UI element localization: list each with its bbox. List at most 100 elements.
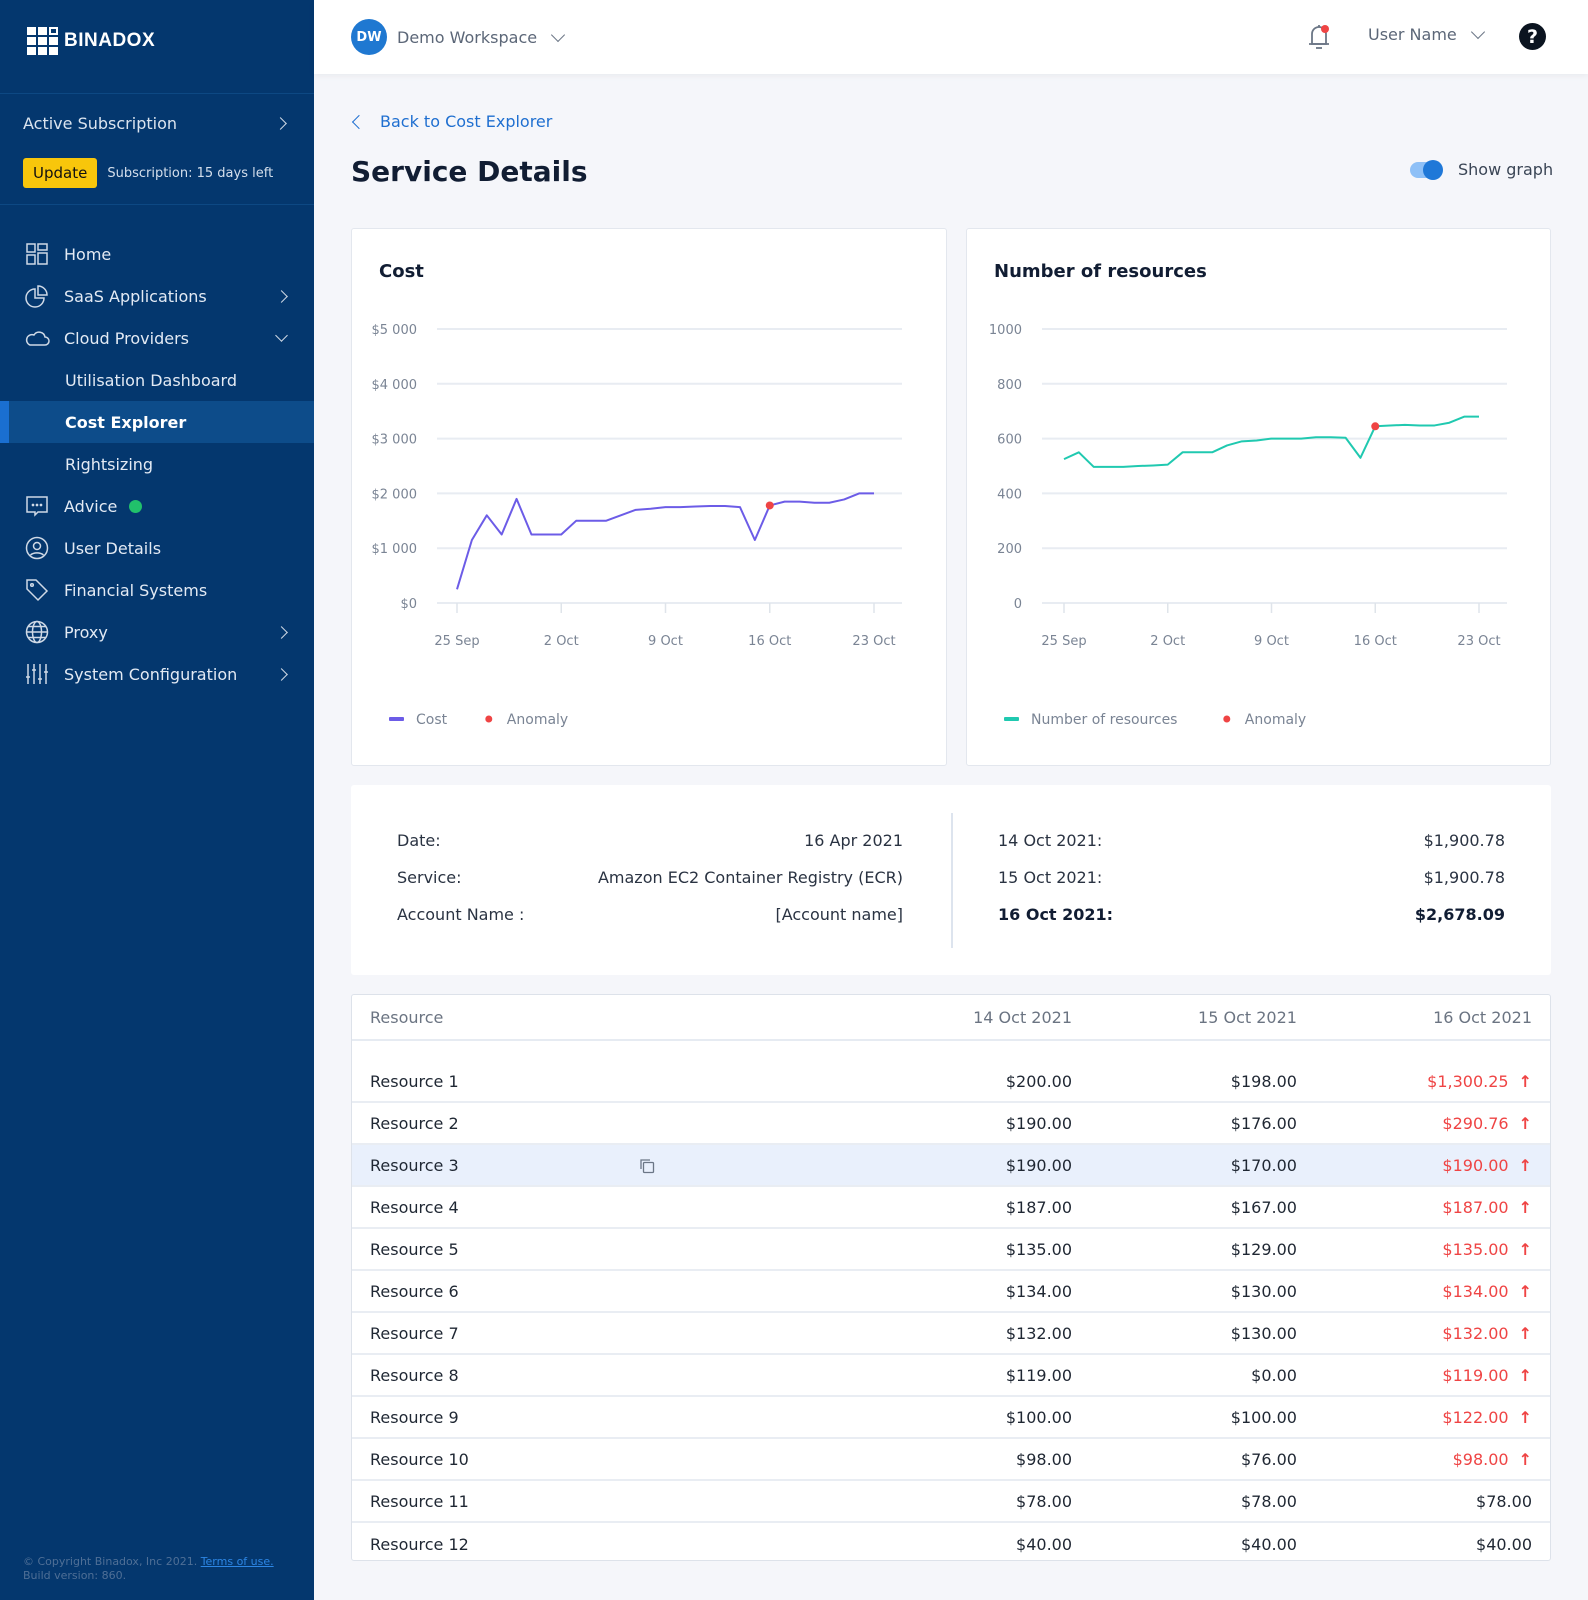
- sidebar-item-system-configuration[interactable]: System Configuration: [0, 653, 314, 695]
- data-point[interactable]: [1402, 422, 1408, 428]
- table-row[interactable]: Resource 1 $200.00 $198.00 $1,300.25 ↑: [352, 1061, 1550, 1103]
- data-point[interactable]: [514, 496, 520, 502]
- data-point[interactable]: [543, 532, 549, 538]
- sidebar-item-cost-explorer[interactable]: Cost Explorer: [0, 401, 314, 443]
- data-point[interactable]: [692, 504, 698, 510]
- data-point[interactable]: [648, 506, 654, 512]
- data-point[interactable]: [618, 512, 624, 518]
- data-point[interactable]: [1180, 449, 1186, 455]
- data-point[interactable]: [1417, 422, 1423, 428]
- sidebar-item-saas-applications[interactable]: SaaS Applications: [0, 275, 314, 317]
- active-subscription-link[interactable]: Active Subscription: [23, 114, 287, 133]
- data-point[interactable]: [1269, 436, 1275, 442]
- sidebar-item-proxy[interactable]: Proxy: [0, 611, 314, 653]
- column-header-14-oct[interactable]: 14 Oct 2021: [854, 1008, 1072, 1027]
- anomaly-point[interactable]: [1371, 422, 1380, 431]
- terms-of-use-link[interactable]: Terms of use.: [201, 1555, 274, 1568]
- column-header-resource[interactable]: Resource: [352, 1008, 854, 1027]
- binadox-logo[interactable]: BINADOX: [27, 27, 155, 55]
- data-point[interactable]: [1357, 455, 1363, 461]
- table-row[interactable]: Resource 8 $119.00 $0.00 $119.00 ↑: [352, 1355, 1550, 1397]
- data-point[interactable]: [1165, 462, 1171, 468]
- data-point[interactable]: [499, 532, 505, 538]
- data-point[interactable]: [1328, 434, 1334, 440]
- show-graph-toggle[interactable]: Show graph: [1410, 159, 1553, 180]
- table-row[interactable]: Resource 6 $134.00 $130.00 $134.00 ↑: [352, 1271, 1550, 1313]
- table-row[interactable]: Resource 7 $132.00 $130.00 $132.00 ↑: [352, 1313, 1550, 1355]
- sidebar-item-home[interactable]: Home: [0, 233, 314, 275]
- data-point[interactable]: [588, 518, 594, 524]
- sidebar-item-rightsizing[interactable]: Rightsizing: [0, 443, 314, 485]
- table-row[interactable]: Resource 9 $100.00 $100.00 $122.00 ↑: [352, 1397, 1550, 1439]
- column-header-16-oct[interactable]: 16 Oct 2021: [1297, 1008, 1550, 1027]
- data-point[interactable]: [469, 537, 475, 543]
- data-point[interactable]: [1476, 414, 1482, 420]
- table-row[interactable]: Resource 5 $135.00 $129.00 $135.00 ↑: [352, 1229, 1550, 1271]
- data-point[interactable]: [707, 503, 713, 509]
- table-row[interactable]: Resource 2 $190.00 $176.00 $290.76 ↑: [352, 1103, 1550, 1145]
- data-point[interactable]: [1461, 414, 1467, 420]
- data-point[interactable]: [737, 504, 743, 510]
- data-point[interactable]: [1387, 422, 1393, 428]
- data-point[interactable]: [1061, 456, 1067, 462]
- data-point[interactable]: [1313, 434, 1319, 440]
- data-point[interactable]: [1076, 449, 1082, 455]
- data-point[interactable]: [558, 532, 564, 538]
- data-point[interactable]: [797, 499, 803, 505]
- data-point[interactable]: [1135, 463, 1141, 469]
- data-point[interactable]: [871, 490, 877, 496]
- sidebar-item-utilisation-dashboard[interactable]: Utilisation Dashboard: [0, 359, 314, 401]
- sidebar-item-user-details[interactable]: User Details: [0, 527, 314, 569]
- data-point[interactable]: [1150, 462, 1156, 468]
- data-point[interactable]: [663, 504, 669, 510]
- data-point[interactable]: [1343, 435, 1349, 441]
- back-to-cost-explorer-link[interactable]: Back to Cost Explorer: [350, 112, 552, 131]
- data-point[interactable]: [1239, 438, 1245, 444]
- anomaly-point[interactable]: [765, 501, 774, 510]
- data-point[interactable]: [484, 512, 490, 518]
- data-point[interactable]: [826, 500, 832, 506]
- table-row[interactable]: Resource 4 $187.00 $167.00 $187.00 ↑: [352, 1187, 1550, 1229]
- data-point[interactable]: [841, 496, 847, 502]
- cost-cell: $40.00: [1297, 1535, 1550, 1554]
- data-point[interactable]: [1432, 422, 1438, 428]
- data-point[interactable]: [1105, 464, 1111, 470]
- data-point[interactable]: [528, 532, 534, 538]
- update-subscription-button[interactable]: Update: [23, 158, 98, 188]
- data-point[interactable]: [856, 490, 862, 496]
- toggle-switch[interactable]: [1410, 159, 1443, 180]
- data-point[interactable]: [782, 499, 788, 505]
- table-row[interactable]: Resource 12 $40.00 $40.00 $40.00: [352, 1523, 1550, 1565]
- sidebar-item-financial-systems[interactable]: Financial Systems: [0, 569, 314, 611]
- data-point[interactable]: [573, 518, 579, 524]
- sidebar-item-cloud-providers[interactable]: Cloud Providers: [0, 317, 314, 359]
- workspace-switcher[interactable]: DW Demo Workspace: [351, 19, 566, 55]
- data-point[interactable]: [603, 518, 609, 524]
- notifications-button[interactable]: [1306, 22, 1332, 56]
- sidebar-item-advice[interactable]: Advice: [0, 485, 314, 527]
- data-point[interactable]: [1283, 436, 1289, 442]
- help-icon[interactable]: ?: [1519, 23, 1546, 50]
- x-tick-label: 25 Sep: [1041, 634, 1086, 649]
- data-point[interactable]: [1298, 436, 1304, 442]
- data-point[interactable]: [1446, 420, 1452, 426]
- data-point[interactable]: [677, 504, 683, 510]
- data-point[interactable]: [1254, 438, 1260, 444]
- copy-icon[interactable]: [639, 1158, 655, 1178]
- data-point[interactable]: [752, 537, 758, 543]
- data-point[interactable]: [1224, 442, 1230, 448]
- user-menu[interactable]: User Name: [1368, 24, 1485, 44]
- data-point[interactable]: [1209, 449, 1215, 455]
- data-point[interactable]: [633, 507, 639, 513]
- data-point[interactable]: [1194, 449, 1200, 455]
- column-header-15-oct[interactable]: 15 Oct 2021: [1072, 1008, 1297, 1027]
- data-point[interactable]: [811, 500, 817, 506]
- data-point[interactable]: [454, 586, 460, 592]
- data-point[interactable]: [722, 503, 728, 509]
- cost-cell: $119.00 ↑: [1297, 1366, 1550, 1385]
- table-row[interactable]: Resource 10 $98.00 $76.00 $98.00 ↑: [352, 1439, 1550, 1481]
- data-point[interactable]: [1120, 464, 1126, 470]
- table-row[interactable]: Resource 11 $78.00 $78.00 $78.00: [352, 1481, 1550, 1523]
- table-row[interactable]: Resource 3 $190.00 $170.00 $190.00 ↑: [352, 1145, 1550, 1187]
- data-point[interactable]: [1091, 464, 1097, 470]
